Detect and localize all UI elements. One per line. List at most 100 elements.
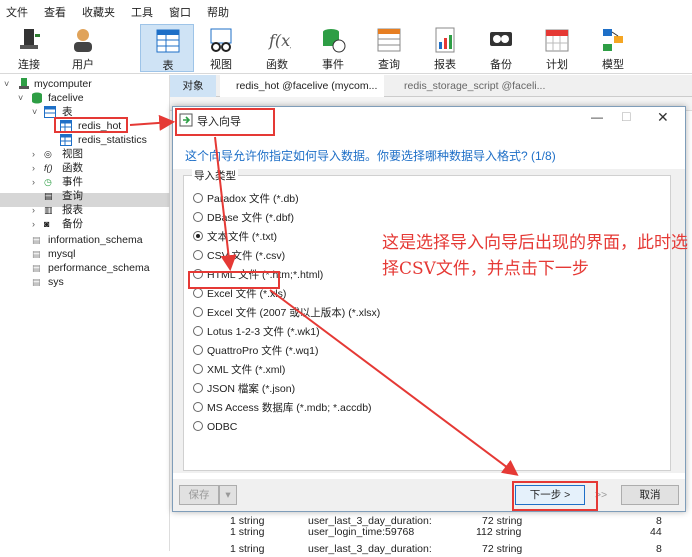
menu-help[interactable]: 帮助 bbox=[201, 4, 239, 20]
toolbar-model-label: 模型 bbox=[602, 59, 624, 71]
highlight-box-next-button bbox=[512, 481, 598, 511]
toolbar-report-button[interactable]: 报表 bbox=[418, 24, 472, 72]
chevron-right-icon[interactable]: › bbox=[32, 203, 42, 217]
save-dropdown-icon[interactable]: ▾ bbox=[219, 485, 237, 505]
dialog-body: 导入类型 Paradox 文件 (*.db) DBase 文件 (*.dbf) … bbox=[173, 168, 685, 473]
database-icon: ▤ bbox=[32, 277, 41, 287]
toolbar-user-button[interactable]: 用户 bbox=[56, 24, 110, 72]
option-xml[interactable]: XML 文件 (*.xml) bbox=[193, 362, 285, 378]
function-icon: f(x) bbox=[268, 31, 291, 50]
main-toolbar: 连接 用户 表 视图 f(x) 函数 事件 查询 报表 备份 计划 模型 bbox=[0, 24, 692, 74]
toolbar-query-button[interactable]: 查询 bbox=[362, 24, 416, 72]
option-dbase[interactable]: DBase 文件 (*.dbf) bbox=[193, 210, 294, 226]
radio-icon bbox=[193, 212, 203, 222]
toolbar-report-label: 报表 bbox=[434, 59, 456, 71]
event-node-icon: ◷ bbox=[44, 177, 52, 187]
backup-icon bbox=[490, 32, 512, 46]
close-icon[interactable]: ✕ bbox=[657, 109, 669, 126]
toolbar-event-label: 事件 bbox=[322, 59, 344, 71]
chevron-down-icon[interactable]: ˅ bbox=[18, 91, 28, 105]
highlight-box-csv-option bbox=[188, 271, 280, 289]
radio-selected-icon bbox=[193, 231, 203, 241]
navigation-tree: ˅ mycomputer ˅ facelive ˅ 表 redis_hot re… bbox=[0, 75, 170, 551]
toolbar-schedule-button[interactable]: 计划 bbox=[530, 24, 584, 72]
chevron-right-icon[interactable]: › bbox=[32, 161, 42, 175]
radio-icon bbox=[193, 193, 203, 203]
database-icon: ▤ bbox=[32, 249, 41, 259]
database-icon: ▤ bbox=[32, 235, 41, 245]
highlight-box-redis-hot bbox=[54, 117, 128, 133]
chevron-right-icon[interactable]: › bbox=[32, 175, 42, 189]
toolbar-backup-label: 备份 bbox=[490, 59, 512, 71]
chevron-down-icon[interactable]: ˅ bbox=[4, 77, 14, 91]
tab-redis-hot[interactable]: redis_hot @facelive (mycom... bbox=[220, 75, 384, 97]
radio-icon bbox=[193, 402, 203, 412]
table-icon bbox=[60, 134, 72, 146]
model-icon bbox=[603, 29, 623, 51]
wizard-question: 这个向导允许你指定如何导入数据。你要选择哪种数据导入格式? (1/8) bbox=[185, 149, 556, 163]
toolbar-function-label: 函数 bbox=[266, 59, 288, 71]
radio-icon bbox=[193, 383, 203, 393]
menu-view[interactable]: 查看 bbox=[38, 4, 76, 20]
option-ms-access[interactable]: MS Access 数据库 (*.mdb; *.accdb) bbox=[193, 400, 372, 416]
radio-icon bbox=[193, 326, 203, 336]
annotation-text: 这是选择导入向导后出现的界面，此时选择CSV文件，并点击下一步 bbox=[382, 233, 688, 279]
toolbar-model-button[interactable]: 模型 bbox=[586, 24, 640, 72]
toolbar-connection-label: 连接 bbox=[18, 59, 40, 71]
save-button[interactable]: 保存 bbox=[179, 485, 219, 505]
highlight-box-dialog-title bbox=[175, 108, 275, 136]
toolbar-table-label: 表 bbox=[162, 60, 174, 72]
option-text[interactable]: 文本文件 (*.txt) bbox=[193, 229, 277, 245]
option-odbc[interactable]: ODBC bbox=[193, 419, 237, 435]
menu-tools[interactable]: 工具 bbox=[125, 4, 163, 20]
chevron-down-icon[interactable]: ˅ bbox=[32, 105, 42, 119]
toolbar-schedule-label: 计划 bbox=[546, 59, 568, 71]
toolbar-connection-button[interactable]: 连接 bbox=[2, 24, 56, 72]
report-icon bbox=[435, 27, 455, 53]
query-node-icon: ▤ bbox=[44, 191, 53, 201]
radio-icon bbox=[193, 345, 203, 355]
menu-favorites[interactable]: 收藏夹 bbox=[76, 4, 125, 20]
toolbar-function-button[interactable]: f(x) 函数 bbox=[250, 24, 304, 72]
view-icon bbox=[210, 28, 232, 52]
toolbar-backup-button[interactable]: 备份 bbox=[474, 24, 528, 72]
menu-window[interactable]: 窗口 bbox=[163, 4, 201, 20]
table-row[interactable]: 1 string user_login_time:59768 112 strin… bbox=[170, 524, 692, 540]
import-wizard-dialog: 导入向导 — ☐ ✕ 这个向导允许你指定如何导入数据。你要选择哪种数据导入格式?… bbox=[172, 106, 686, 512]
tab-redis-storage-script[interactable]: redis_storage_script @faceli... bbox=[388, 75, 552, 97]
option-paradox[interactable]: Paradox 文件 (*.db) bbox=[193, 191, 299, 207]
user-icon bbox=[74, 29, 92, 52]
option-csv[interactable]: CSV 文件 (*.csv) bbox=[193, 248, 285, 264]
query-icon bbox=[377, 28, 401, 52]
radio-icon bbox=[193, 364, 203, 374]
tab-bar: 对象 redis_hot @facelive (mycom... redis_s… bbox=[170, 75, 692, 97]
maximize-icon[interactable]: ☐ bbox=[621, 110, 632, 124]
menu-file[interactable]: 文件 bbox=[0, 4, 38, 20]
dialog-footer: 保存 ▾ 下一步 > >> 取消 bbox=[173, 479, 685, 511]
option-quattropro[interactable]: QuattroPro 文件 (*.wq1) bbox=[193, 343, 318, 359]
chevron-right-icon[interactable]: › bbox=[32, 217, 42, 231]
radio-icon bbox=[193, 421, 203, 431]
connection-node-icon bbox=[19, 78, 29, 89]
menu-bar: 文件 查看 收藏夹 工具 窗口 帮助 bbox=[0, 0, 692, 24]
table-row[interactable]: 1 string user_last_3_day_duration: 72 st… bbox=[170, 541, 692, 557]
option-lotus[interactable]: Lotus 1-2-3 文件 (*.wk1) bbox=[193, 324, 320, 340]
function-node-icon: f() bbox=[44, 163, 53, 173]
schedule-icon bbox=[545, 29, 569, 52]
view-node-icon: ◎ bbox=[44, 149, 52, 159]
cancel-button[interactable]: 取消 bbox=[621, 485, 679, 505]
toolbar-view-label: 视图 bbox=[210, 59, 232, 71]
report-node-icon: ▥ bbox=[44, 205, 53, 215]
connection-icon bbox=[20, 29, 40, 49]
svg-text:f(x): f(x) bbox=[268, 31, 291, 50]
chevron-right-icon[interactable]: › bbox=[32, 147, 42, 161]
option-excel-xlsx[interactable]: Excel 文件 (2007 或以上版本) (*.xlsx) bbox=[193, 305, 380, 321]
toolbar-view-button[interactable]: 视图 bbox=[194, 24, 248, 72]
import-type-label: 导入类型 bbox=[192, 168, 238, 183]
toolbar-event-button[interactable]: 事件 bbox=[306, 24, 360, 72]
toolbar-table-button[interactable]: 表 bbox=[140, 24, 194, 72]
table-icon bbox=[156, 29, 180, 53]
tab-objects[interactable]: 对象 bbox=[170, 75, 216, 97]
minimize-icon[interactable]: — bbox=[591, 110, 603, 124]
option-json[interactable]: JSON 檔案 (*.json) bbox=[193, 381, 295, 397]
